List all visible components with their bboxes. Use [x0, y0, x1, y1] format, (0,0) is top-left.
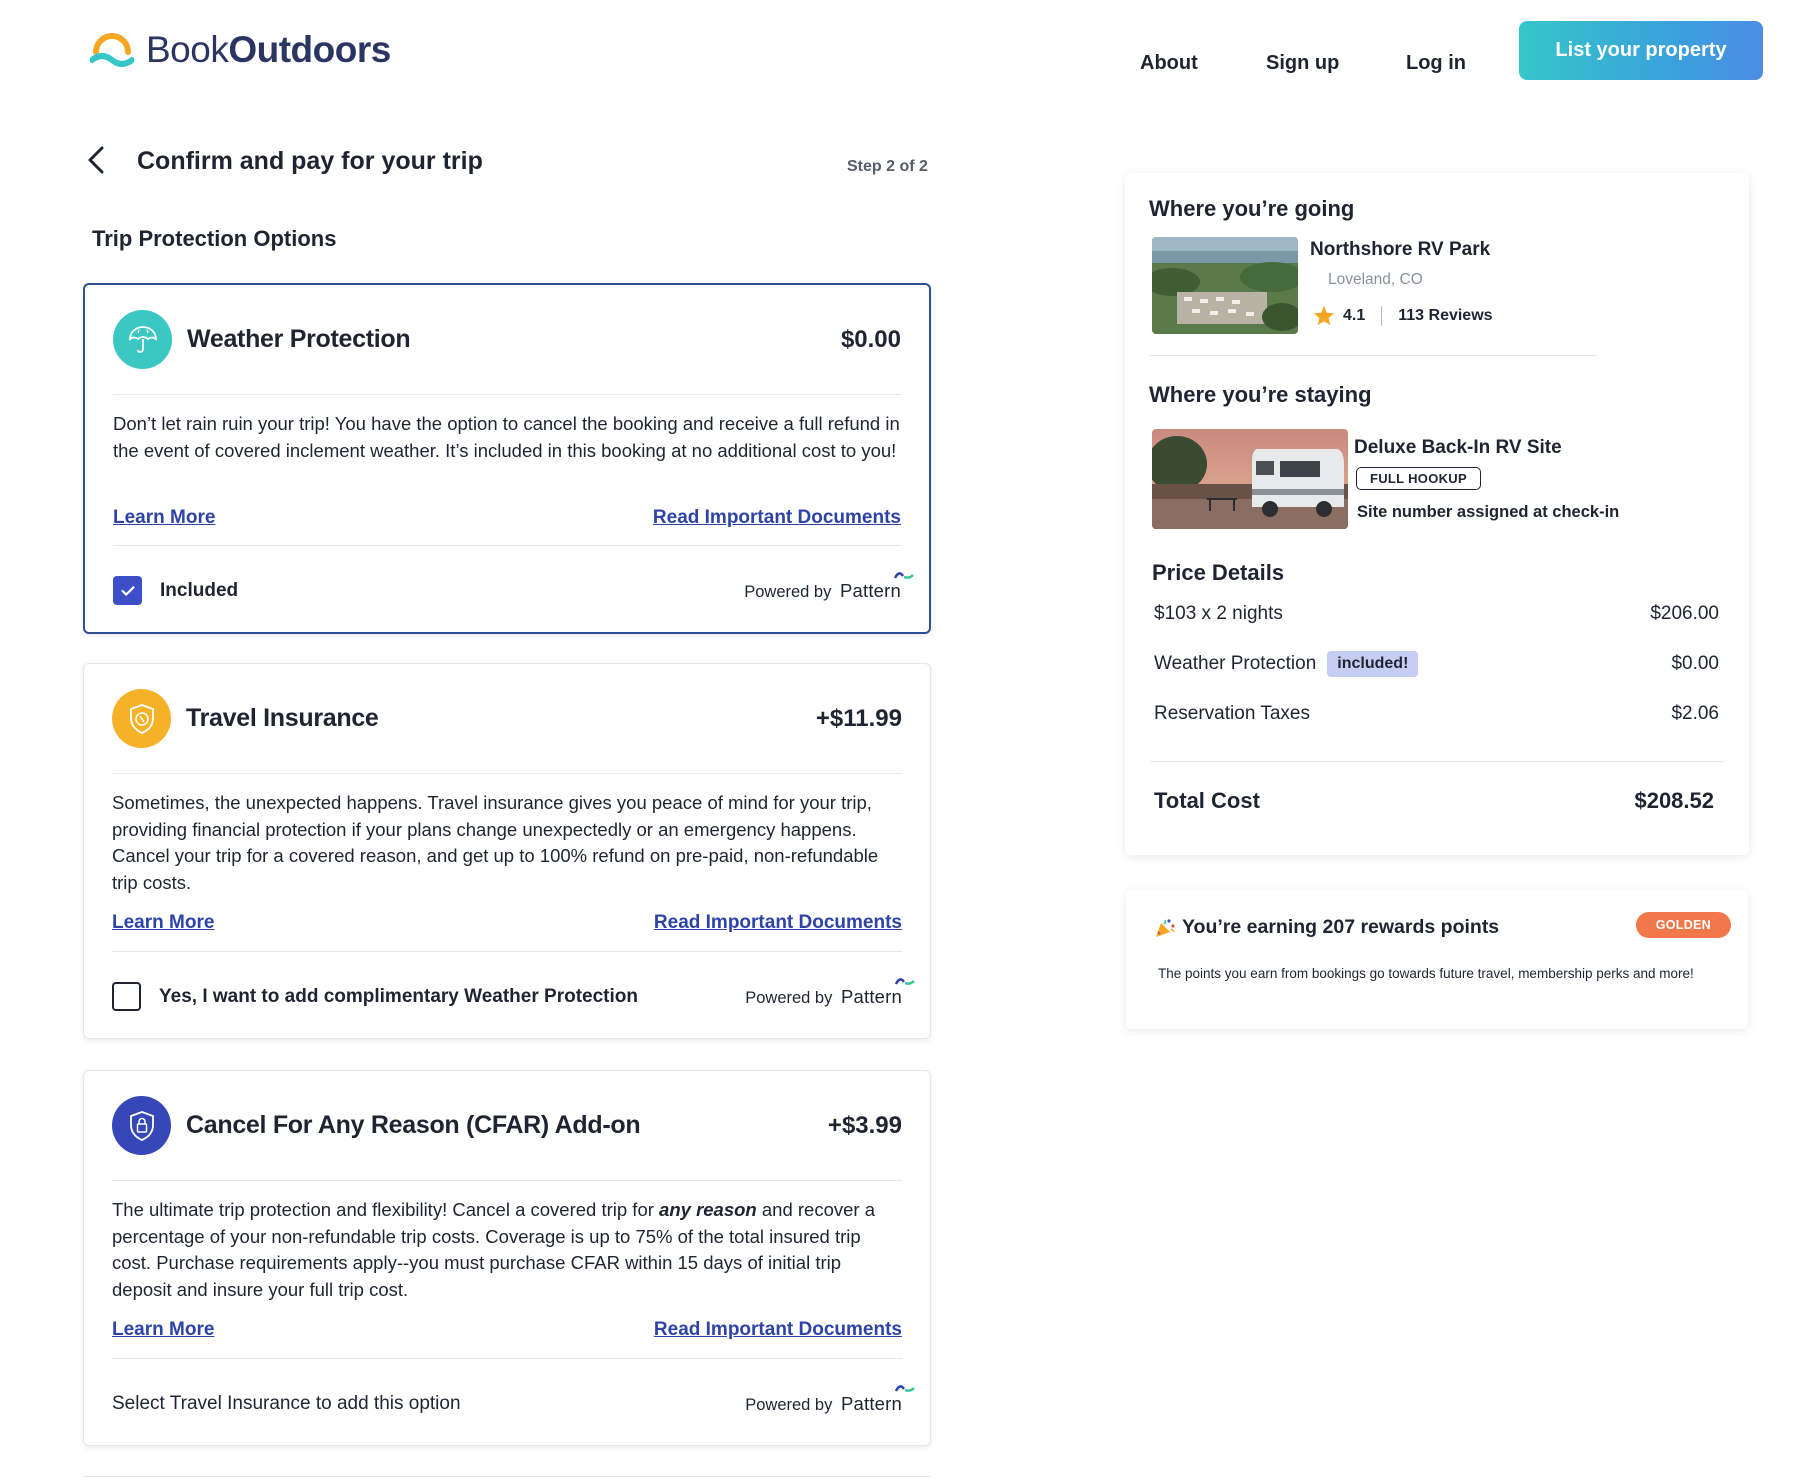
site-name[interactable]: Deluxe Back-In RV Site — [1354, 437, 1562, 459]
park-photo[interactable] — [1152, 237, 1298, 334]
read-documents-link[interactable]: Read Important Documents — [653, 507, 901, 529]
card-title: Travel Insurance — [186, 704, 379, 732]
powered-by-pattern: Powered by Pattern — [745, 977, 915, 1008]
lock-shield-icon — [112, 1096, 171, 1155]
party-popper-icon — [1156, 918, 1175, 937]
site-photo[interactable] — [1152, 429, 1348, 529]
total-divider — [1150, 761, 1724, 762]
site-assignment-note: Site number assigned at check-in — [1357, 503, 1620, 521]
included-checkbox[interactable] — [113, 576, 142, 605]
nav-sign-up[interactable]: Sign up — [1266, 52, 1339, 75]
included-badge: included! — [1327, 651, 1419, 677]
pattern-logo-icon — [894, 977, 915, 985]
card-title: Weather Protection — [187, 325, 411, 353]
powered-by-pattern: Powered by Pattern — [745, 1384, 915, 1415]
total-cost: Total Cost $208.52 — [1154, 788, 1714, 813]
card-price: +$3.99 — [827, 1111, 902, 1139]
cfar-addon-card[interactable]: Cancel For Any Reason (CFAR) Add-on +$3.… — [83, 1070, 931, 1446]
step-indicator: Step 2 of 2 — [847, 158, 928, 175]
brand-logo[interactable]: BookOutdoors — [90, 28, 391, 72]
checkbox-label: Included — [160, 579, 239, 601]
back-chevron-icon[interactable] — [86, 145, 106, 175]
price-details-heading: Price Details — [1152, 560, 1285, 585]
weather-protection-card[interactable]: Weather Protection $0.00 Don’t let rain … — [83, 283, 931, 634]
rewards-description: The points you earn from bookings go tow… — [1158, 966, 1694, 981]
travel-insurance-card[interactable]: Travel Insurance +$11.99 Sometimes, the … — [83, 663, 931, 1039]
logo-sun-icon — [90, 33, 134, 67]
learn-more-link[interactable]: Learn More — [112, 1319, 214, 1341]
section-divider — [83, 1476, 931, 1477]
shield-icon — [112, 689, 171, 748]
rewards-title: You’re earning 207 rewards points — [1154, 916, 1499, 939]
rewards-panel: You’re earning 207 rewards points GOLDEN… — [1126, 890, 1748, 1029]
read-documents-link[interactable]: Read Important Documents — [654, 912, 902, 934]
price-row-nights: $103 x 2 nights $206.00 — [1154, 603, 1719, 624]
card-price: +$11.99 — [815, 704, 902, 732]
brand-name: BookOutdoors — [146, 29, 391, 70]
park-location: Loveland, CO — [1328, 271, 1423, 288]
card-price: $0.00 — [840, 325, 901, 353]
park-rating: 4.1 113 Reviews — [1313, 305, 1493, 326]
golden-tier-badge: GOLDEN — [1635, 912, 1731, 938]
price-row-weather-protection: Weather Protection included! $0.00 — [1154, 651, 1719, 677]
card-description: Sometimes, the unexpected happens. Trave… — [112, 792, 879, 893]
summary-divider — [1149, 355, 1597, 356]
section-title: Trip Protection Options — [92, 226, 337, 251]
nav-about[interactable]: About — [1140, 52, 1198, 75]
star-icon — [1313, 305, 1335, 326]
review-count: 113 Reviews — [1398, 306, 1493, 324]
learn-more-link[interactable]: Learn More — [112, 912, 214, 934]
pattern-logo-icon — [893, 571, 914, 579]
read-documents-link[interactable]: Read Important Documents — [654, 1319, 902, 1341]
list-property-button[interactable]: List your property — [1519, 21, 1763, 80]
check-icon — [120, 585, 135, 596]
powered-by-pattern: Powered by Pattern — [744, 571, 914, 602]
learn-more-link[interactable]: Learn More — [113, 507, 215, 529]
page-title: Confirm and pay for your trip — [137, 147, 483, 175]
nav-log-in[interactable]: Log in — [1406, 52, 1466, 75]
card-title: Cancel For Any Reason (CFAR) Add-on — [186, 1111, 641, 1139]
pattern-logo-icon — [894, 1384, 915, 1392]
price-row-taxes: Reservation Taxes $2.06 — [1154, 703, 1719, 724]
full-hookup-badge: FULL HOOKUP — [1356, 467, 1481, 490]
checkbox-label: Yes, I want to add complimentary Weather… — [159, 985, 638, 1007]
park-name[interactable]: Northshore RV Park — [1310, 239, 1490, 261]
cfar-note: Select Travel Insurance to add this opti… — [112, 1392, 461, 1414]
staying-heading: Where you’re staying — [1149, 382, 1372, 407]
going-heading: Where you’re going — [1149, 196, 1355, 221]
weather-protection-checkbox[interactable] — [112, 982, 141, 1011]
card-description: Don’t let rain ruin your trip! You have … — [113, 413, 900, 461]
trip-summary-panel: Where you’re going Northshore RV Park Lo… — [1125, 173, 1749, 855]
umbrella-icon — [113, 310, 172, 369]
card-description: The ultimate trip protection and flexibi… — [112, 1199, 875, 1300]
